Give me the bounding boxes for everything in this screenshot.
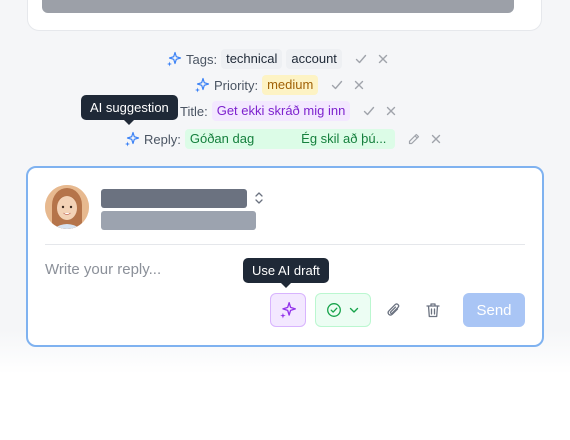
check-icon[interactable] (354, 52, 368, 66)
reply-chip: Góðan dag Ég skil að þú... (184, 129, 395, 149)
paperclip-icon (387, 303, 400, 316)
close-icon[interactable] (384, 104, 398, 118)
ai-suggestion-tooltip: AI suggestion (81, 95, 178, 125)
sparkle-icon (125, 131, 140, 147)
delete-button[interactable] (423, 300, 443, 320)
use-ai-draft-tooltip: Use AI draft (243, 258, 329, 288)
chevron-updown-icon[interactable] (253, 189, 265, 207)
priority-label: Priority: (214, 77, 259, 93)
chevron-down-icon (349, 307, 359, 313)
suggestion-row-title: Title: Get ekki skráð mig inn (180, 100, 398, 122)
tags-label: Tags: (186, 51, 218, 67)
sparkle-icon (167, 51, 182, 67)
avatar (45, 185, 89, 229)
suggestion-row-reply: Reply: Góðan dag Ég skil að þú... (124, 128, 443, 150)
reply-composer: Send (26, 166, 544, 347)
sparkle-icon (280, 302, 296, 319)
use-ai-draft-button[interactable] (270, 293, 306, 327)
title-chip: Get ekki skráð mig inn (211, 101, 351, 121)
suggestion-row-priority: Priority: medium (194, 74, 366, 96)
title-label: Title: (180, 103, 208, 119)
redacted-email-bar (101, 211, 256, 230)
redacted-content-bar (42, 0, 514, 13)
reply-input[interactable] (45, 258, 245, 280)
priority-chip: medium (262, 75, 319, 95)
tag-chip: account (286, 49, 342, 69)
check-icon[interactable] (330, 78, 344, 92)
status-dropdown-button[interactable] (315, 293, 371, 327)
avatar-image (45, 185, 89, 229)
trash-icon (426, 303, 440, 318)
suggestion-row-tags: Tags: technical account (166, 48, 390, 70)
pencil-icon[interactable] (407, 132, 421, 146)
attach-button[interactable] (384, 300, 404, 320)
close-icon[interactable] (376, 52, 390, 66)
previous-message-card (27, 0, 542, 31)
close-icon[interactable] (429, 132, 443, 146)
tag-chip: technical (221, 49, 283, 69)
send-button[interactable]: Send (463, 293, 525, 327)
check-icon[interactable] (362, 104, 376, 118)
reply-label: Reply: (144, 131, 181, 147)
redacted-name-bar (101, 189, 247, 208)
check-circle-icon (327, 303, 341, 317)
close-icon[interactable] (352, 78, 366, 92)
sparkle-icon (195, 77, 210, 93)
divider (45, 244, 525, 245)
